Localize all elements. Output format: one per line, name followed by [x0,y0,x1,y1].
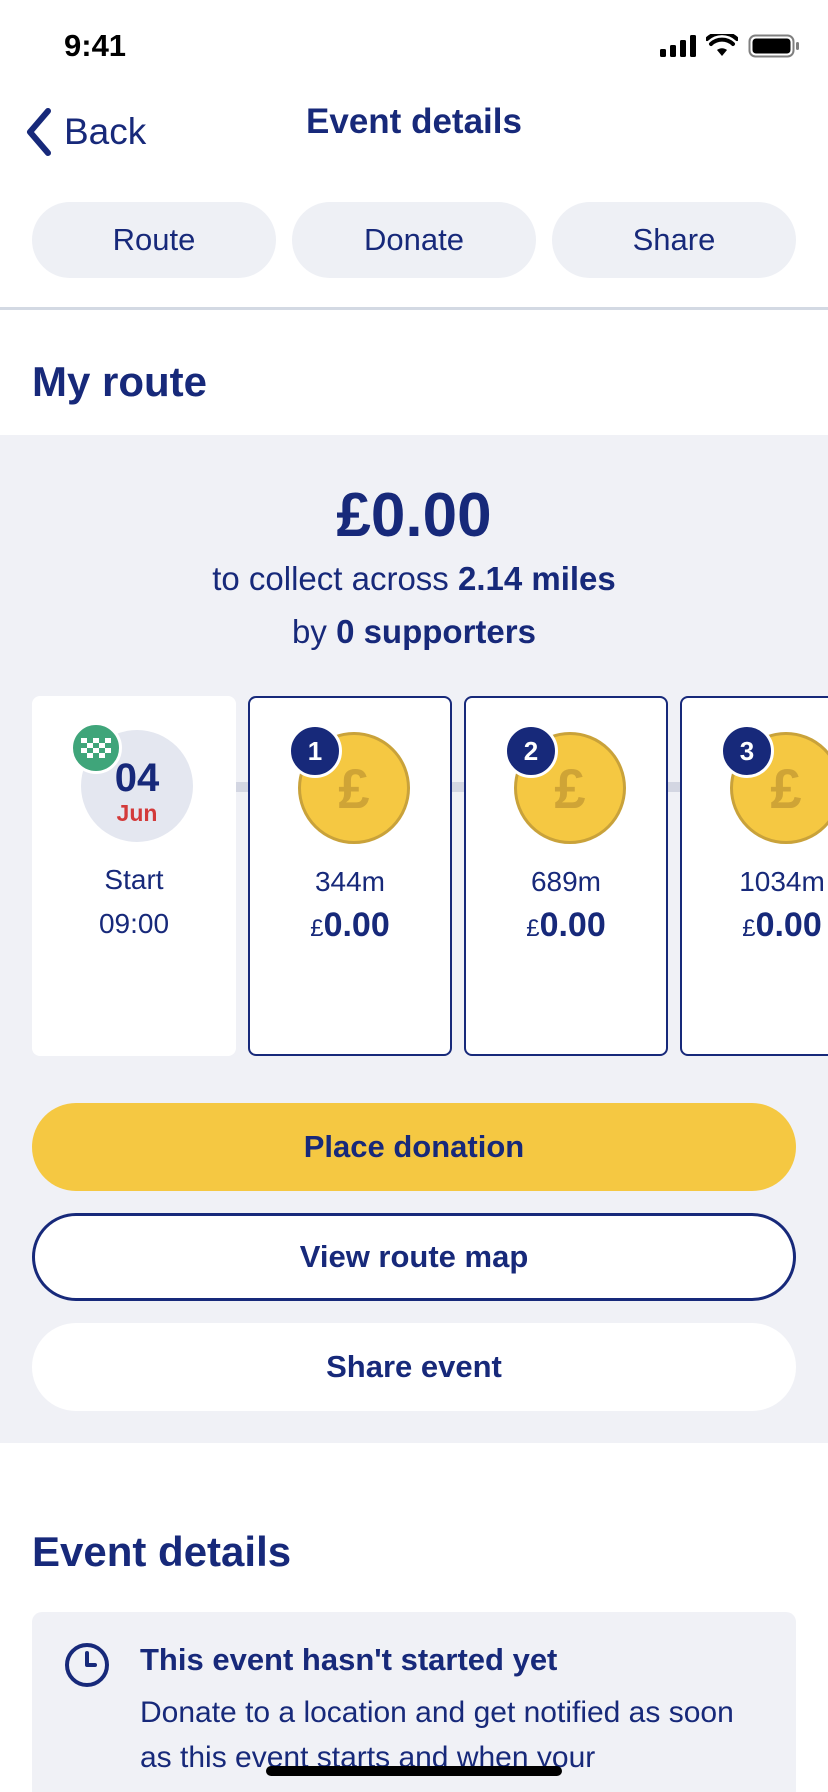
collect-prefix: to collect across [212,560,458,597]
supporters-summary: by 0 supporters [0,613,828,651]
route-start-card[interactable]: 04 Jun Start 09:00 [32,696,236,1056]
route-stop-card[interactable]: £ 2 689m £0.00 [464,696,668,1056]
tab-route[interactable]: Route [32,202,276,278]
place-donation-button[interactable]: Place donation [32,1103,796,1191]
stop-number-badge: 2 [504,724,558,778]
stop-distance: 689m [530,866,602,897]
page-title: Event details [306,102,522,141]
my-route-heading: My route [32,358,208,405]
route-stop-card[interactable]: £ 3 1034m £0.00 [680,696,828,1056]
checkered-flag-icon [70,722,122,774]
tab-donate[interactable]: Donate [292,202,536,278]
total-amount: £0.00 [336,481,492,550]
start-label: Start [104,864,164,895]
home-indicator [266,1766,562,1776]
share-event-button[interactable]: Share event [32,1323,796,1411]
view-route-map-button[interactable]: View route map [32,1213,796,1301]
cellular-signal-icon [660,35,696,57]
wifi-icon [706,34,738,56]
collect-summary: to collect across 2.14 miles [0,560,828,598]
event-status-card: This event hasn't started yet Donate to … [32,1612,796,1792]
section-tabs: Route Donate Share [32,202,796,278]
start-time: 09:00 [98,908,170,939]
stop-amount: £0.00 [310,906,390,944]
stop-number-badge: 3 [720,724,774,778]
battery-icon [748,34,799,58]
stop-distance: 344m [314,866,386,897]
stop-number-badge: 1 [288,724,342,778]
event-details-heading: Event details [32,1528,292,1575]
navigation-bar: Back Event details [0,92,828,196]
by-prefix: by [292,613,337,650]
tab-share[interactable]: Share [552,202,796,278]
status-time: 9:41 [64,28,127,63]
stop-amount: £0.00 [742,906,822,944]
status-bar: 9:41 [0,0,828,92]
event-status-title: This event hasn't started yet [140,1642,558,1677]
supporters-count: 0 supporters [336,613,536,650]
status-icons [660,34,800,58]
stop-amount: £0.00 [526,906,606,944]
stop-distance: 1034m [739,866,825,897]
clock-icon [65,1643,109,1687]
route-distance: 2.14 miles [457,560,616,597]
start-month: Jun [116,800,158,826]
route-stop-card[interactable]: £ 1 344m £0.00 [248,696,452,1056]
tabs-divider [0,307,828,310]
route-stops-carousel[interactable]: 04 Jun Start 09:00 £ 1 344m £0.00 £ 2 68… [32,696,828,1056]
